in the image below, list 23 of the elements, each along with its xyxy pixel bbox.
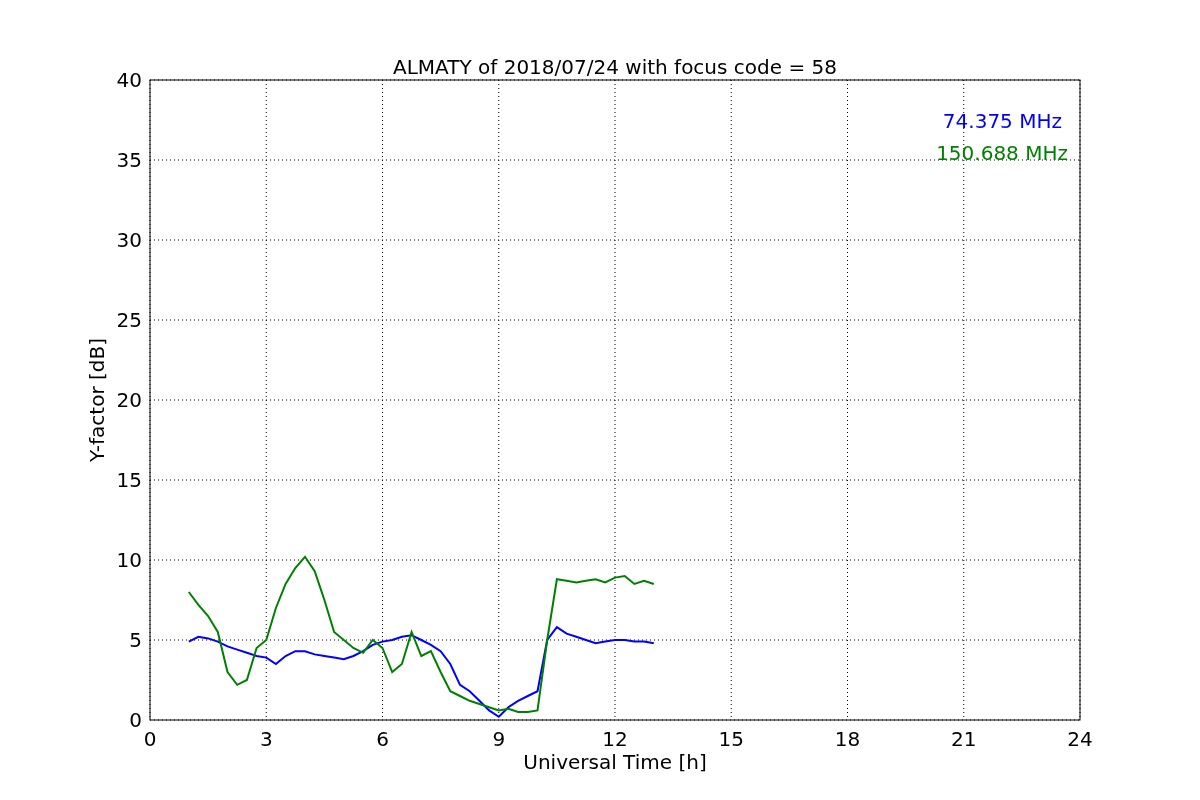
y-tick-label: 40: [116, 68, 142, 92]
chart-title: ALMATY of 2018/07/24 with focus code = 58: [393, 55, 837, 79]
y-tick-label: 15: [116, 468, 142, 492]
y-tick-label: 10: [116, 548, 142, 572]
legend-label: 150.688 MHz: [936, 141, 1068, 165]
x-tick-label: 9: [492, 727, 506, 751]
x-tick-label: 0: [143, 727, 157, 751]
legend-label: 74.375 MHz: [942, 109, 1062, 133]
y-tick-label: 20: [116, 388, 142, 412]
y-axis-label: Y-factor [dB]: [85, 338, 109, 462]
y-tick-label: 5: [129, 628, 142, 652]
x-tick-label: 3: [259, 727, 273, 751]
y-tick-label: 30: [116, 228, 142, 252]
y-tick-label: 35: [116, 148, 142, 172]
x-tick-label: 24: [1067, 727, 1093, 751]
y-tick-label: 25: [116, 308, 142, 332]
x-tick-label: 15: [718, 727, 744, 751]
y-tick-label: 0: [129, 708, 142, 732]
x-tick-label: 6: [376, 727, 389, 751]
x-tick-label: 12: [602, 727, 628, 751]
x-tick-label: 18: [834, 727, 861, 751]
x-axis-label: Universal Time [h]: [523, 750, 707, 774]
x-tick-label: 21: [951, 727, 977, 751]
